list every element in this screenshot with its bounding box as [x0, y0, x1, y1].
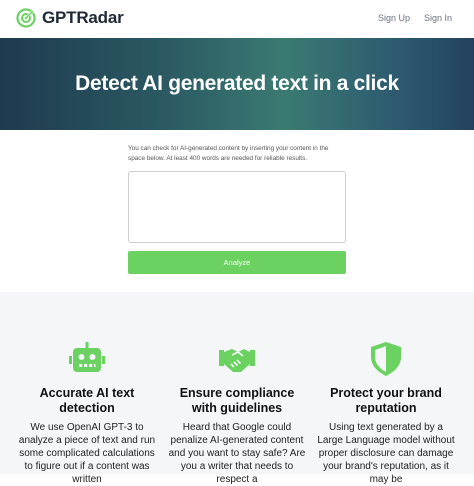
radar-logo-icon — [16, 8, 36, 28]
hero-banner: Detect AI generated text in a click — [0, 38, 474, 130]
feature-body: Heard that Google could penalize AI-gene… — [168, 422, 306, 485]
sign-in-link[interactable]: Sign In — [424, 13, 452, 23]
robot-icon — [69, 342, 105, 372]
detect-form: You can check for AI-generated content b… — [128, 144, 346, 274]
handshake-icon — [219, 349, 255, 372]
feature-title: Protect your brand reputation — [330, 386, 442, 415]
shield-icon — [371, 342, 401, 376]
brand-name: GPTRadar — [42, 8, 124, 27]
nav-links: Sign Up Sign In — [378, 13, 452, 23]
feature-body: We use OpenAI GPT-3 to analyze a piece o… — [18, 422, 156, 485]
content-textarea[interactable] — [128, 171, 346, 243]
form-hint: You can check for AI-generated content b… — [128, 145, 329, 162]
hero-title: Detect AI generated text in a click — [75, 72, 399, 95]
feature-body: Using text generated by a Large Language… — [317, 422, 455, 485]
brand-logo[interactable]: GPTRadar — [16, 8, 124, 28]
top-nav: GPTRadar Sign Up Sign In — [0, 0, 474, 38]
sign-up-link[interactable]: Sign Up — [378, 13, 410, 23]
feature-title: Accurate AI text detection — [39, 386, 135, 415]
feature-title: Ensure compliance with guidelines — [179, 386, 295, 415]
features-section: Accurate AI text detection We use OpenAI… — [0, 292, 474, 485]
analyze-button[interactable]: Analyze — [128, 251, 346, 274]
